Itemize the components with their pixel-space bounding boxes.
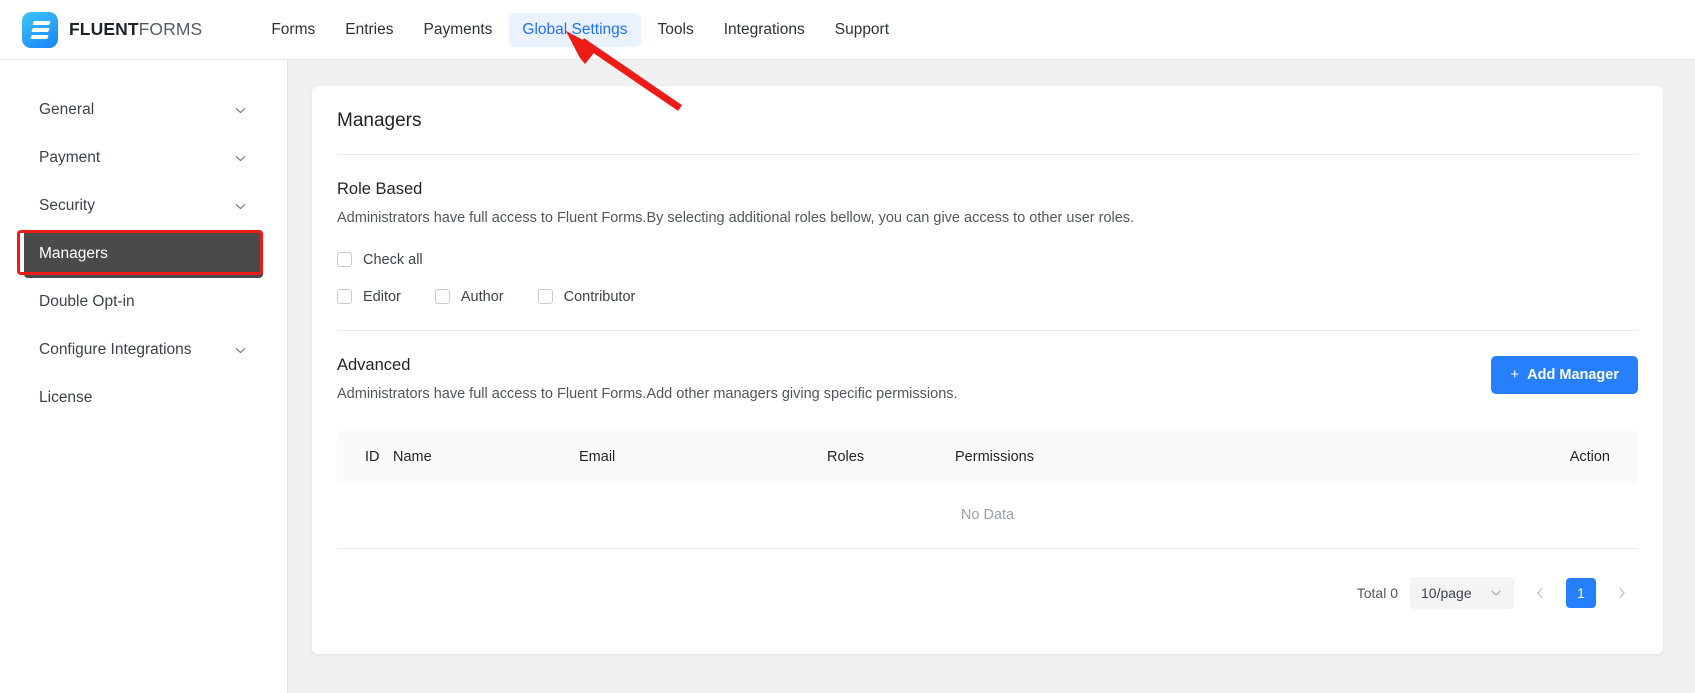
check-all-row: Check all <box>337 252 1638 268</box>
column-header-permissions: Permissions <box>955 448 1034 465</box>
fluent-forms-logo: FLUENTFORMS <box>22 11 202 48</box>
advanced-text-block: Advanced Administrators have full access… <box>337 356 958 406</box>
page-size-value: 10/page <box>1421 584 1472 601</box>
role-label: Contributor <box>563 288 636 305</box>
brand-name-bold: FLUENT <box>69 19 139 39</box>
pagination-next-button[interactable] <box>1608 578 1636 608</box>
settings-sidebar: General Payment Security Managers Double… <box>0 60 288 693</box>
sidebar-item-managers[interactable]: Managers <box>24 230 263 278</box>
advanced-section: Advanced Administrators have full access… <box>337 331 1638 609</box>
add-manager-label: Add Manager <box>1527 366 1619 383</box>
sidebar-item-label: Double Opt-in <box>39 293 135 310</box>
role-checkbox-contributor[interactable]: Contributor <box>537 288 636 305</box>
table-empty-state: No Data <box>337 483 1638 549</box>
sidebar-item-double-opt-in[interactable]: Double Opt-in <box>24 278 263 326</box>
fluent-forms-admin-page: FLUENTFORMS Forms Entries Payments Globa… <box>0 0 1695 693</box>
role-based-title: Role Based <box>337 180 423 198</box>
sidebar-item-label: Payment <box>39 149 101 166</box>
nav-item-forms[interactable]: Forms <box>258 13 328 47</box>
role-checkbox-author[interactable]: Author <box>434 288 504 305</box>
check-all-checkbox[interactable]: Check all <box>337 252 423 268</box>
nav-item-entries[interactable]: Entries <box>332 13 406 47</box>
roles-checkbox-row: Editor Author Contributor <box>337 289 1638 305</box>
checkbox-box-icon <box>337 289 352 305</box>
role-based-section: Role Based Administrators have full acce… <box>337 155 1638 305</box>
chevron-left-icon <box>1537 587 1543 598</box>
sidebar-item-label: Security <box>39 197 95 214</box>
nav-item-support[interactable]: Support <box>822 13 902 47</box>
top-navigation-bar: FLUENTFORMS Forms Entries Payments Globa… <box>0 0 1695 60</box>
pagination-page-1[interactable]: 1 <box>1566 577 1596 608</box>
chevron-right-icon <box>1619 587 1625 598</box>
plus-icon: + <box>1510 366 1520 384</box>
advanced-description: Administrators have full access to Fluen… <box>337 385 958 402</box>
nav-item-integrations[interactable]: Integrations <box>711 13 818 47</box>
checkbox-box-icon <box>537 289 553 305</box>
column-header-id: ID <box>365 448 380 465</box>
advanced-title: Advanced <box>337 355 411 374</box>
brand-name-light: FORMS <box>138 19 203 39</box>
chevron-down-icon <box>1489 586 1503 600</box>
sidebar-item-label: Managers <box>39 245 108 262</box>
sidebar-item-label: General <box>39 101 95 118</box>
chevron-down-icon <box>233 343 248 358</box>
nav-item-tools[interactable]: Tools <box>645 13 707 47</box>
main-content: Managers Role Based Administrators have … <box>288 60 1695 693</box>
column-header-name: Name <box>393 448 432 465</box>
pagination-prev-button[interactable] <box>1526 578 1554 608</box>
check-all-label: Check all <box>363 251 423 268</box>
sidebar-item-configure-integrations[interactable]: Configure Integrations <box>24 326 263 374</box>
chevron-down-icon <box>233 199 248 214</box>
column-header-roles: Roles <box>827 448 865 465</box>
chevron-down-icon <box>233 151 248 166</box>
managers-panel: Managers Role Based Administrators have … <box>312 86 1663 654</box>
role-based-description: Administrators have full access to Fluen… <box>337 210 1135 226</box>
role-label: Editor <box>363 288 401 305</box>
nav-item-payments[interactable]: Payments <box>411 13 506 47</box>
sidebar-item-license[interactable]: License <box>24 374 263 422</box>
sidebar-item-security[interactable]: Security <box>24 182 263 230</box>
primary-nav: Forms Entries Payments Global Settings T… <box>258 12 902 47</box>
chevron-down-icon <box>233 103 248 118</box>
page-body: General Payment Security Managers Double… <box>0 60 1695 693</box>
table-header-row: ID Name Email Roles Permissions Action <box>337 430 1638 483</box>
fluent-forms-mark-icon <box>22 11 58 48</box>
sidebar-item-label: Configure Integrations <box>39 341 192 358</box>
role-label: Author <box>460 288 504 305</box>
managers-table: ID Name Email Roles Permissions Action N… <box>337 430 1638 549</box>
page-size-select[interactable]: 10/page <box>1410 576 1514 609</box>
checkbox-box-icon <box>434 289 450 305</box>
add-manager-button[interactable]: + Add Manager <box>1491 355 1638 394</box>
table-pagination: Total 0 10/page 1 <box>337 576 1638 609</box>
column-header-email: Email <box>579 448 616 465</box>
page-title: Managers <box>337 86 1638 155</box>
role-checkbox-editor[interactable]: Editor <box>337 289 401 305</box>
nav-item-global-settings[interactable]: Global Settings <box>509 12 641 47</box>
sidebar-item-payment[interactable]: Payment <box>24 134 263 182</box>
sidebar-item-label: License <box>39 389 93 406</box>
brand-wordmark: FLUENTFORMS <box>69 19 202 40</box>
total-count-label: Total 0 <box>1356 584 1398 601</box>
checkbox-box-icon <box>337 252 352 268</box>
column-header-action: Action <box>1569 448 1610 465</box>
sidebar-item-general[interactable]: General <box>24 86 263 134</box>
